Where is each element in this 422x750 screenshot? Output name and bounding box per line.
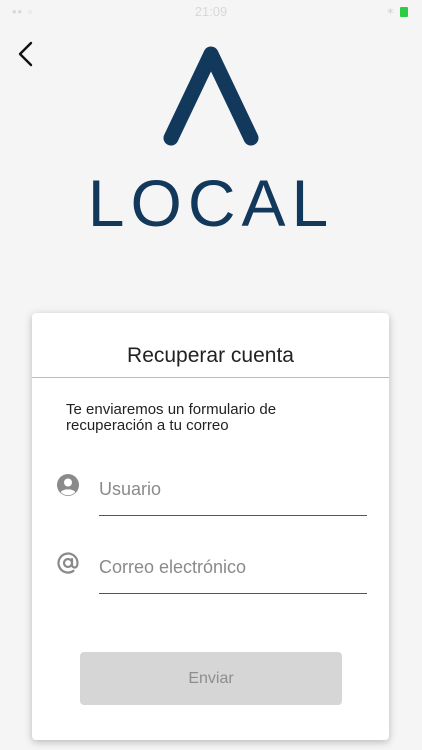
submit-button[interactable]: Enviar — [80, 652, 342, 705]
logo-mark-icon — [163, 46, 259, 146]
back-button[interactable] — [14, 40, 38, 68]
card-title: Recuperar cuenta — [127, 344, 294, 367]
chevron-left-icon — [18, 41, 33, 67]
email-input[interactable] — [99, 547, 367, 594]
logo-text: LOCAL — [87, 166, 335, 240]
card-divider — [32, 377, 389, 378]
card-description: Te enviaremos un formulario de recuperac… — [66, 401, 277, 434]
status-time: 21:09 — [194, 4, 228, 19]
status-indicators: ✶ — [386, 5, 408, 18]
status-bar: •• ◦ 21:09 ✶ — [0, 0, 422, 22]
recover-account-card: Recuperar cuenta Te enviaremos un formul… — [32, 313, 389, 740]
email-field — [32, 547, 389, 611]
battery-icon — [400, 6, 408, 17]
bluetooth-icon: ✶ — [385, 6, 395, 18]
username-field — [32, 469, 389, 533]
at-sign-icon — [57, 552, 79, 574]
username-input[interactable] — [99, 469, 367, 516]
user-circle-icon — [57, 474, 79, 496]
